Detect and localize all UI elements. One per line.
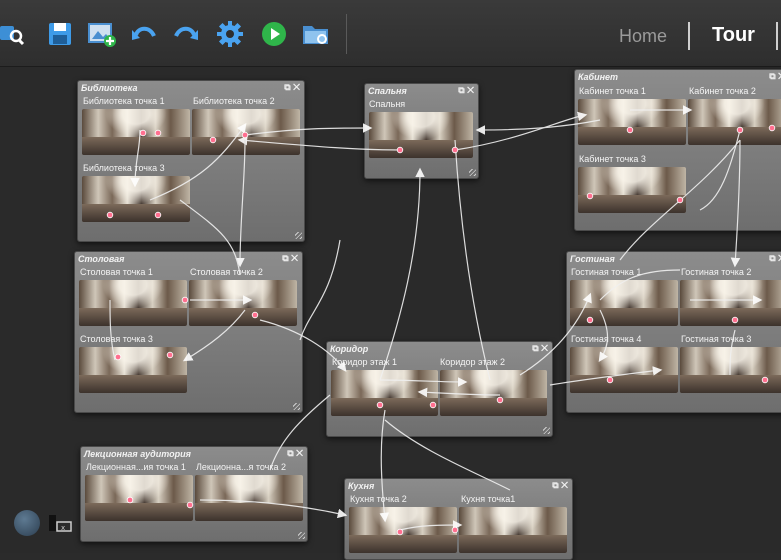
nav-tour-link[interactable]: Tour: [712, 24, 755, 47]
resize-handle[interactable]: [293, 403, 300, 410]
save-icon[interactable]: [44, 18, 76, 50]
room-title: Спальня: [368, 86, 407, 96]
point-label: Коридор этаж 2: [440, 357, 505, 367]
point-label: Гостиная точка 1: [571, 267, 642, 277]
toolbar: Home Tour: [0, 0, 781, 67]
room-title: Гостиная: [570, 254, 615, 264]
room-window-controls[interactable]: ⧉ ✕: [552, 480, 568, 491]
room-title: Кухня: [348, 481, 375, 491]
room-node-kitchen[interactable]: Кухня ⧉ ✕ Кухня точка 2 Кухня точка1: [344, 478, 573, 560]
globe-icon[interactable]: [14, 510, 40, 536]
room-window-controls[interactable]: ⧉ ✕: [287, 448, 303, 459]
point-label: Столовая точка 2: [190, 267, 263, 277]
panorama-thumbnail[interactable]: [570, 347, 678, 393]
nav-home-link[interactable]: Home: [619, 26, 667, 47]
point-label: Кабинет точка 3: [579, 154, 646, 164]
open-folder-icon[interactable]: [300, 18, 332, 50]
room-window-controls[interactable]: ⧉ ✕: [769, 71, 781, 82]
point-label: Библиотека точка 1: [83, 96, 165, 106]
room-node-study[interactable]: Кабинет ⧉ ✕ Кабинет точка 1 Кабинет точк…: [574, 69, 781, 231]
resize-handle[interactable]: [295, 232, 302, 239]
panorama-thumbnail[interactable]: [82, 176, 190, 222]
panorama-thumbnail[interactable]: [570, 280, 678, 326]
nav-separator: [776, 22, 778, 50]
room-title: Лекционная аудитория: [84, 449, 191, 459]
point-label: Кухня точка1: [461, 494, 516, 504]
panorama-thumbnail[interactable]: [79, 347, 187, 393]
undo-icon[interactable]: [128, 18, 160, 50]
room-window-controls[interactable]: ⧉ ✕: [284, 82, 300, 93]
resize-handle[interactable]: [543, 427, 550, 434]
point-label: Лекционная...ия точка 1: [86, 462, 186, 472]
resize-handle[interactable]: [298, 532, 305, 539]
point-label: Библиотека точка 3: [83, 163, 165, 173]
panorama-thumbnail[interactable]: [578, 99, 686, 145]
room-title: Библиотека: [81, 83, 138, 93]
point-label: Коридор этаж 1: [332, 357, 397, 367]
settings-icon[interactable]: [214, 18, 246, 50]
point-label: Столовая точка 3: [80, 334, 153, 344]
room-title: Коридор: [330, 344, 369, 354]
panorama-thumbnail[interactable]: [349, 507, 457, 553]
point-label: Гостиная точка 4: [571, 334, 642, 344]
play-icon[interactable]: [258, 18, 290, 50]
room-title: Столовая: [78, 254, 125, 264]
room-title: Кабинет: [578, 72, 619, 82]
redo-icon[interactable]: [170, 18, 202, 50]
room-node-living-room[interactable]: Гостиная ⧉ ✕ Гостиная точка 1 Гостиная т…: [566, 251, 781, 413]
toolbar-separator: [346, 14, 347, 54]
point-label: Кабинет точка 2: [689, 86, 756, 96]
panorama-thumbnail[interactable]: [195, 475, 303, 521]
add-image-icon[interactable]: [86, 18, 118, 50]
panorama-thumbnail[interactable]: [440, 370, 547, 416]
point-label: Спальня: [369, 99, 406, 109]
room-window-controls[interactable]: ⧉ ✕: [282, 253, 298, 264]
resize-handle[interactable]: [469, 169, 476, 176]
panorama-thumbnail[interactable]: [82, 109, 190, 155]
panorama-thumbnail[interactable]: [85, 475, 193, 521]
nav-separator: [688, 22, 690, 50]
room-node-lecture-hall[interactable]: Лекционная аудитория ⧉ ✕ Лекционная...ия…: [80, 446, 308, 542]
point-label: Кабинет точка 1: [579, 86, 646, 96]
room-node-corridor[interactable]: Коридор ⧉ ✕ Коридор этаж 1 Коридор этаж …: [326, 341, 553, 437]
room-node-dining[interactable]: Столовая ⧉ ✕ Столовая точка 1 Столовая т…: [74, 251, 303, 413]
room-node-bedroom[interactable]: Спальня ⧉ ✕ Спальня: [364, 83, 479, 179]
svg-text:x: x: [61, 524, 65, 532]
room-window-controls[interactable]: ⧉ ✕: [769, 253, 781, 264]
panorama-thumbnail[interactable]: [192, 109, 300, 155]
panorama-thumbnail[interactable]: [459, 507, 567, 553]
point-label: Библиотека точка 2: [193, 96, 275, 106]
search-tour-icon[interactable]: [0, 18, 28, 50]
panorama-thumbnail[interactable]: [189, 280, 297, 326]
floorplan-icon[interactable]: x: [48, 512, 74, 534]
panorama-thumbnail[interactable]: [680, 347, 781, 393]
room-window-controls[interactable]: ⧉ ✕: [458, 85, 474, 96]
panorama-thumbnail[interactable]: [688, 99, 781, 145]
point-label: Столовая точка 1: [80, 267, 153, 277]
point-label: Гостиная точка 3: [681, 334, 752, 344]
panorama-thumbnail[interactable]: [369, 112, 473, 158]
panorama-thumbnail[interactable]: [578, 167, 686, 213]
room-node-library[interactable]: Библиотека ⧉ ✕ Библиотека точка 1 Библио…: [77, 80, 305, 242]
panorama-thumbnail[interactable]: [79, 280, 187, 326]
point-label: Гостиная точка 2: [681, 267, 752, 277]
room-window-controls[interactable]: ⧉ ✕: [532, 343, 548, 354]
panorama-thumbnail[interactable]: [680, 280, 781, 326]
point-label: Лекционна...я точка 2: [196, 462, 287, 472]
point-label: Кухня точка 2: [350, 494, 407, 504]
panorama-thumbnail[interactable]: [331, 370, 438, 416]
